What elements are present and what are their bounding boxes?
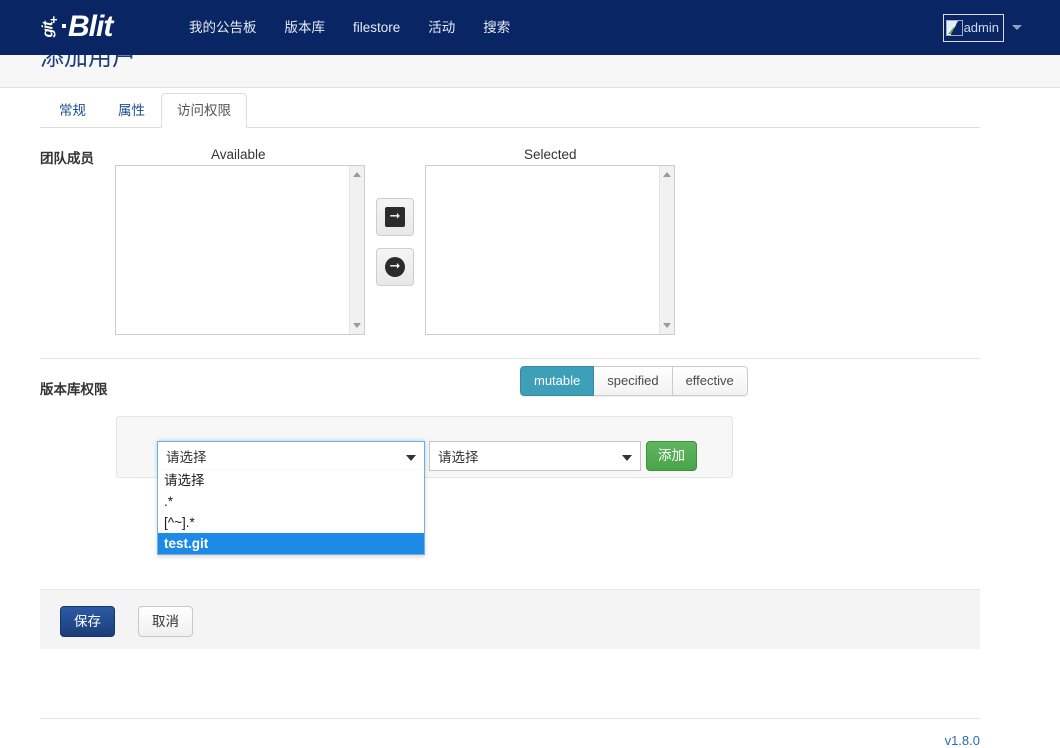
brand-name: Blit [68,10,113,43]
scroll-up-icon[interactable] [353,172,361,177]
avatar[interactable]: admin [942,13,1004,42]
dropdown-option-non-tilde[interactable]: [^~].* [158,512,424,533]
chevron-down-icon [622,455,632,461]
permission-select-wrapper: 请选择 [429,441,641,471]
tab-attributes[interactable]: 属性 [102,93,161,128]
arrow-left-icon: ➞ [385,257,405,277]
form-actions-bar: 保存 取消 [40,589,980,649]
tab-general[interactable]: 常规 [43,93,102,128]
save-button[interactable]: 保存 [60,606,115,637]
available-list-header: Available [211,147,266,162]
dropdown-option-placeholder[interactable]: 请选择 [158,470,424,491]
scroll-down-icon[interactable] [663,323,671,328]
tab-bar: 常规 属性 访问权限 [40,93,980,128]
nav-link-repositories[interactable]: 版本库 [271,0,340,55]
tab-access-permissions[interactable]: 访问权限 [161,93,247,128]
repository-permissions-label: 版本库权限 [40,382,108,397]
selected-members-listbox[interactable] [425,165,675,335]
arrow-right-icon: ➞ [385,207,405,227]
mode-specified-button[interactable]: specified [594,366,673,396]
broken-image-tear [948,20,962,35]
nav-link-search[interactable]: 搜索 [469,0,524,55]
scroll-down-icon[interactable] [353,323,361,328]
selected-listbox-scrollbar[interactable] [659,166,674,334]
user-name: admin [963,20,999,35]
chevron-down-icon [406,455,416,461]
top-navbar: + git Blit 我的公告板 版本库 filestore 活动 搜索 adm… [0,0,1060,55]
nav-link-activity[interactable]: 活动 [414,0,469,55]
brand-mark-text: git [39,22,57,38]
cancel-button[interactable]: 取消 [138,606,193,637]
version-link[interactable]: v1.8.0 [945,733,980,748]
permission-select[interactable]: 请选择 [429,441,641,471]
mode-mutable-button[interactable]: mutable [520,366,595,396]
broken-image-icon [945,19,963,36]
available-members-listbox[interactable] [115,165,365,335]
repository-select[interactable]: 请选择 [157,441,425,471]
remove-member-button[interactable]: ➞ [376,248,414,286]
user-menu[interactable]: admin [942,0,1022,55]
repository-select-value: 请选择 [166,450,207,465]
repository-select-wrapper: 请选择 [157,441,425,471]
permission-select-value: 请选择 [438,450,479,465]
repository-select-dropdown[interactable]: 请选择 .* [^~].* test.git [157,470,425,555]
caret-down-icon[interactable] [1012,25,1022,30]
scroll-up-icon[interactable] [663,172,671,177]
available-listbox-scrollbar[interactable] [349,166,364,334]
navbar-links: 我的公告板 版本库 filestore 活动 搜索 [175,0,524,55]
nav-link-filestore[interactable]: filestore [339,0,414,55]
section-divider [40,358,980,359]
add-permission-button[interactable]: 添加 [646,441,697,471]
add-member-button[interactable]: ➞ [376,198,414,236]
brand-dot-icon [62,24,66,28]
mode-effective-button[interactable]: effective [672,366,748,396]
team-members-label: 团队成员 [40,151,94,166]
brand-logo[interactable]: + git Blit [38,8,114,46]
dropdown-option-test-git[interactable]: test.git [158,533,424,554]
git-logo-icon: + git [38,12,60,42]
selected-list-header: Selected [524,147,577,162]
nav-link-dashboard[interactable]: 我的公告板 [175,0,271,55]
dropdown-option-all[interactable]: .* [158,491,424,512]
page-footer: v1.8.0 [40,718,980,748]
permission-mode-button-group: mutable specified effective [520,366,748,396]
